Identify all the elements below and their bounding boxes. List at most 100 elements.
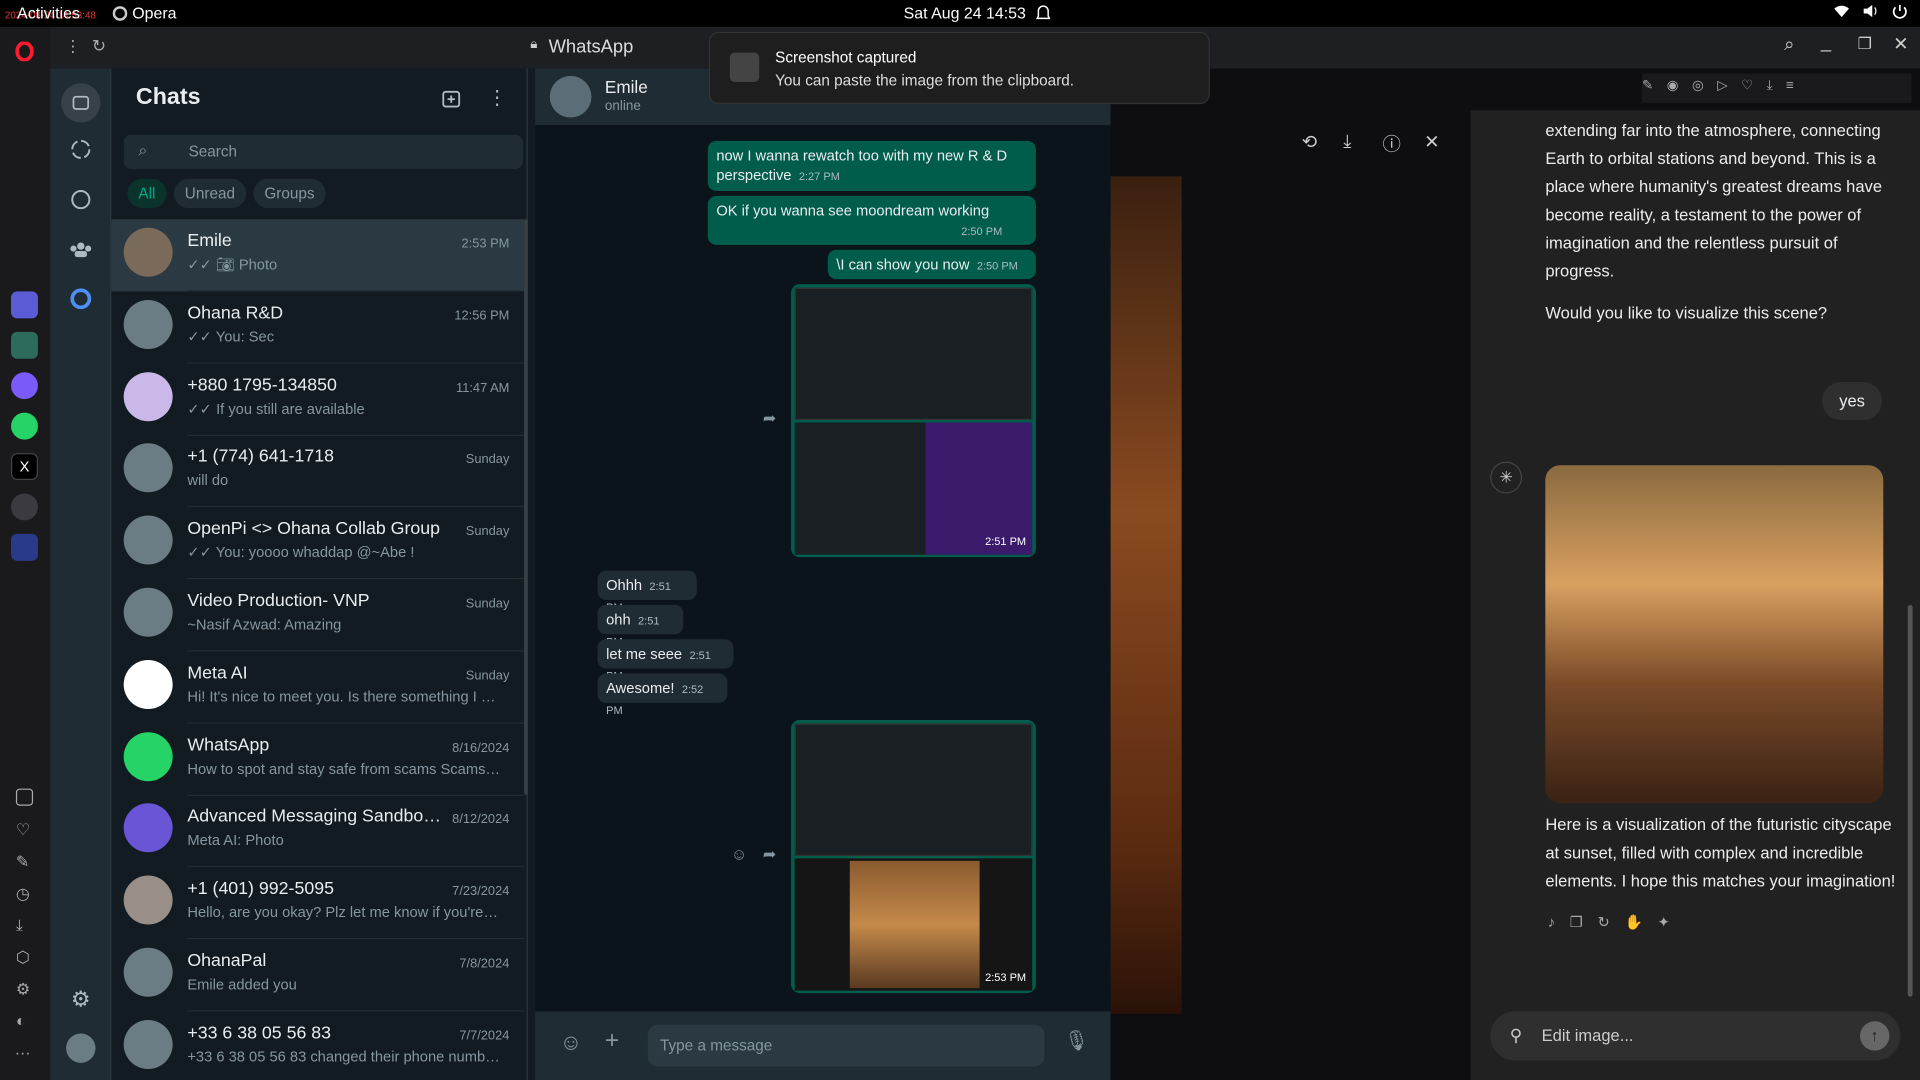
wa-settings-icon[interactable]: ⚙: [66, 984, 95, 1013]
chat-list-scrollbar[interactable]: [524, 219, 528, 795]
communities-icon[interactable]: [66, 235, 95, 264]
chat-list-item[interactable]: Advanced Messaging Sandbox B... Meta AI: …: [111, 795, 525, 868]
vpn-icon[interactable]: [11, 533, 38, 561]
message-bubble-out[interactable]: now I wanna rewatch too with my new R & …: [707, 140, 1036, 192]
channels-icon[interactable]: [66, 185, 95, 214]
history-icon[interactable]: ◷: [16, 884, 30, 904]
meta-ai-icon[interactable]: [66, 284, 95, 313]
message-bubble-in[interactable]: Awesome! 2:52 PM: [597, 673, 728, 716]
contact-avatar[interactable]: [549, 75, 592, 118]
search-input[interactable]: Search: [189, 143, 238, 160]
filter-unread[interactable]: Unread: [173, 178, 247, 209]
chat-list-item[interactable]: Ohana R&D ✓✓ You: Sec 12:56 PM: [111, 291, 525, 364]
new-chat-icon[interactable]: [442, 89, 462, 109]
screenshot-notification[interactable]: Screenshot captured You can paste the im…: [708, 31, 1210, 105]
pinboard-icon[interactable]: ✎: [16, 852, 29, 872]
filter-all[interactable]: All: [127, 178, 167, 209]
mic-icon[interactable]: 🎙︎: [1064, 1029, 1089, 1053]
reload-icon[interactable]: ↻: [92, 36, 106, 57]
search-box[interactable]: ⌕ Search: [123, 134, 523, 169]
forward-icon[interactable]: ➦: [763, 409, 776, 429]
paperclip-icon[interactable]: ⚲: [1510, 1025, 1523, 1046]
player-icon[interactable]: [11, 493, 38, 521]
download-icon[interactable]: ⤓: [1343, 131, 1351, 152]
chat-menu-icon[interactable]: ⋮: [487, 86, 507, 110]
image-message-out[interactable]: 2:51 PM: [791, 284, 1036, 558]
chat-time: 7/7/2024: [459, 1028, 510, 1044]
forward-icon[interactable]: ➦: [763, 845, 776, 865]
chat-name: Emile: [187, 231, 232, 252]
whatsapp-icon[interactable]: [11, 412, 38, 440]
chat-list-item[interactable]: Video Production- VNP ~Nasif Azwad: Amazi…: [111, 579, 525, 652]
chat-list-item[interactable]: Meta AI Hi! It's nice to meet you. Is the…: [111, 651, 525, 724]
search-icon[interactable]: ⌕: [1784, 34, 1794, 55]
emoji-react-icon[interactable]: ☺: [731, 845, 747, 863]
chat-list-item[interactable]: +1 (401) 992-5095 Hello, are you okay? Pl…: [111, 867, 525, 940]
downloads-icon[interactable]: ⤓: [16, 916, 23, 936]
message-bubble-out[interactable]: OK if you wanna see moondream working 2:5…: [707, 195, 1036, 245]
easy-setup-icon[interactable]: ◐: [16, 1011, 26, 1029]
chat-list-item[interactable]: +33 6 38 05 56 83 +33 6 38 05 56 83 chang…: [111, 1011, 524, 1080]
chat-list-item[interactable]: Emile ✓✓ 📷︎ Photo 2:53 PM: [111, 219, 525, 292]
message-time: 2:53 PM: [985, 971, 1027, 984]
info-icon[interactable]: ⓘ: [1382, 131, 1400, 157]
message-bubble-in[interactable]: ohh2:51 PM: [597, 604, 684, 648]
close-viewer-icon[interactable]: ✕: [1424, 131, 1439, 153]
chat-list-item[interactable]: +1 (774) 641-1718 will do Sunday: [111, 435, 525, 508]
heart-icon[interactable]: ♡: [16, 820, 30, 840]
attach-icon[interactable]: +: [605, 1027, 619, 1055]
extension-icons[interactable]: ✎◉◎▷♡⤓≡: [1642, 78, 1807, 93]
notification-title: Screenshot captured: [775, 48, 917, 67]
clock[interactable]: Sat Aug 24 14:53: [904, 4, 1026, 22]
chatgpt-scrollbar[interactable]: [1907, 604, 1913, 997]
message-bubble-out[interactable]: \I can show you now 2:50 PM: [827, 249, 1036, 280]
messenger-icon[interactable]: [11, 372, 38, 400]
share-icon[interactable]: ⟲: [1302, 131, 1317, 153]
chats-icon[interactable]: [61, 83, 101, 123]
activities-button[interactable]: Activities: [17, 4, 80, 22]
chat-list-item[interactable]: WhatsApp How to spot and stay safe from s…: [111, 723, 525, 796]
chat-preview: Meta AI: Photo: [187, 832, 500, 849]
chatgpt-icon[interactable]: [11, 331, 38, 359]
restore-icon[interactable]: ❐: [1858, 34, 1872, 54]
chat-preview-text: ~Nasif Azwad: Amazing: [187, 615, 342, 634]
chat-avatar: [123, 227, 173, 277]
generated-cityscape-image[interactable]: [1545, 465, 1884, 804]
chat-input[interactable]: ⚲ Edit image... ↑: [1490, 1011, 1901, 1061]
close-window-icon[interactable]: ✕: [1893, 33, 1908, 55]
assistant-question: Would you like to visualize this scene?: [1545, 303, 1828, 323]
opera-sidebar: X ♡ ✎ ◷ ⤓ ⬡ ⚙ ◐ ···: [0, 26, 51, 1080]
image-message-out[interactable]: 2:53 PM: [791, 720, 1036, 994]
chat-list-item[interactable]: OpenPi <> Ohana Collab Group ✓✓ You: yooo…: [111, 507, 525, 580]
chat-preview: ✓✓ You: Sec: [187, 328, 500, 345]
menu-dots-icon[interactable]: ⋮: [65, 37, 81, 57]
chat-name: +33 6 38 05 56 83: [187, 1023, 332, 1044]
system-tray[interactable]: [1833, 4, 1908, 20]
response-actions[interactable]: ♪❐↻✋✦: [1548, 913, 1685, 930]
filter-groups[interactable]: Groups: [253, 178, 326, 209]
opera-logo-icon[interactable]: [15, 41, 35, 62]
emoji-icon[interactable]: ☺: [560, 1030, 583, 1056]
more-icon[interactable]: ···: [15, 1043, 31, 1061]
chat-preview: ✓✓ You: yoooo whaddap @~Abe !: [187, 544, 500, 561]
status-icon[interactable]: [66, 135, 95, 164]
aria-icon[interactable]: [11, 291, 38, 319]
send-button[interactable]: ↑: [1860, 1021, 1890, 1051]
minimize-icon[interactable]: _: [1821, 32, 1831, 53]
x-twitter-icon[interactable]: X: [11, 453, 38, 481]
chat-list-item[interactable]: +880 1795-134850 ✓✓ If you still are avai…: [111, 363, 525, 436]
chat-list-item[interactable]: OhanaPal Emile added you 7/8/2024: [111, 939, 525, 1012]
active-app[interactable]: Opera: [112, 4, 177, 22]
message-time: 2:50 PM: [961, 225, 1003, 238]
settings-icon[interactable]: ⚙: [16, 980, 30, 1000]
chat-preview-text: Hello, are you okay? Plz let me know if …: [187, 903, 501, 922]
profile-avatar[interactable]: [66, 1033, 96, 1063]
workspaces-icon[interactable]: [15, 788, 34, 806]
message-bubble-in[interactable]: let me seee2:51 PM: [597, 639, 734, 682]
extensions-icon[interactable]: ⬡: [16, 948, 30, 968]
message-bubble-in[interactable]: Ohhh2:51 PM: [597, 570, 697, 613]
lock-icon: 🔒︎: [530, 36, 538, 52]
chat-preview: will do: [187, 472, 500, 489]
message-input[interactable]: Type a message: [647, 1024, 1045, 1067]
message-time: 2:50 PM: [976, 259, 1018, 272]
